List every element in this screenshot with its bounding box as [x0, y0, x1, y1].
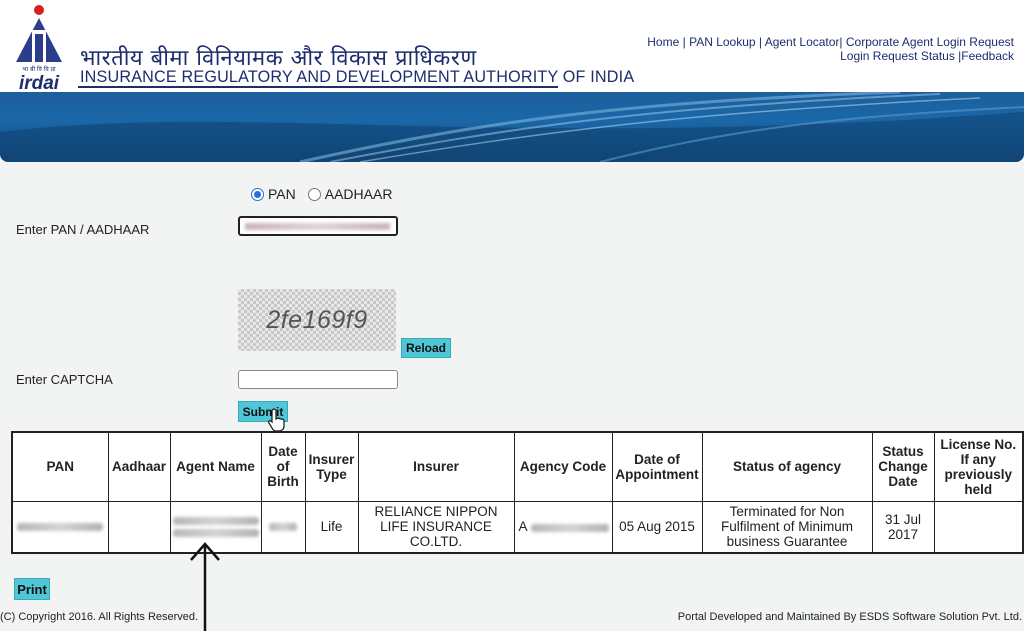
copyright-text: (C) Copyright 2016. All Rights Reserved. — [0, 611, 199, 623]
title-english: INSURANCE REGULATORY AND DEVELOPMENT AUT… — [80, 67, 635, 86]
cell-aadhaar — [107, 500, 171, 554]
col-insurer: Insurer — [357, 431, 515, 502]
col-status-change-date: Status Change Date — [871, 431, 935, 502]
nav-pan-lookup-link[interactable]: PAN Lookup — [689, 35, 756, 49]
col-date-of-birth: Date of Birth — [260, 431, 306, 502]
redacted-value — [245, 223, 390, 230]
radio-pan-label: PAN — [268, 186, 296, 202]
nav-feedback-link[interactable]: Feedback — [961, 49, 1014, 63]
col-insurer-type: Insurer Type — [304, 431, 359, 502]
col-status-of-agency: Status of agency — [701, 431, 873, 502]
top-nav: Home | PAN Lookup | Agent Locator| Corpo… — [647, 35, 1014, 63]
cell-pan — [11, 500, 109, 554]
cell-insurer: RELIANCE NIPPON LIFE INSURANCE CO.LTD. — [357, 500, 515, 554]
radio-aadhaar[interactable] — [307, 187, 321, 201]
redacted-name-line2 — [172, 528, 259, 537]
col-agency-code: Agency Code — [513, 431, 613, 502]
col-pan: PAN — [11, 431, 109, 502]
header-banner — [0, 92, 1024, 162]
cell-date-of-birth — [260, 500, 306, 554]
cell-status-of-agency: Terminated for Non Fulfilment of Minimum… — [701, 500, 873, 554]
redacted-name-line1 — [172, 516, 259, 525]
nav-home-link[interactable]: Home — [647, 35, 679, 49]
pan-aadhaar-input[interactable] — [238, 216, 398, 236]
captcha-image: 2fe169f9 — [238, 289, 396, 351]
redacted-pan — [17, 523, 104, 532]
id-type-radio-group: PAN AADHAAR — [251, 186, 392, 202]
results-table: PAN Aadhaar Agent Name Date of Birth Ins… — [11, 431, 1024, 554]
col-license-no: License No. If any previously held — [933, 431, 1024, 502]
hand-cursor-icon — [268, 408, 285, 432]
col-aadhaar: Aadhaar — [107, 431, 171, 502]
irdai-logo: भा बी वि वि प्रा irdai — [16, 5, 62, 92]
agency-code-prefix: A — [518, 519, 527, 535]
nav-login-request-status-link[interactable]: Login Request Status — [840, 49, 955, 63]
cell-agency-code: A — [513, 500, 613, 554]
cell-status-change-date: 31 Jul 2017 — [871, 500, 935, 554]
col-date-of-appointment: Date of Appointment — [611, 431, 703, 502]
redacted-agency-code — [530, 523, 609, 532]
cell-date-of-appointment: 05 Aug 2015 — [611, 500, 703, 554]
redacted-dob — [269, 523, 297, 532]
radio-aadhaar-label: AADHAAR — [324, 186, 393, 202]
logo-hindi-text: भा बी वि वि प्रा — [22, 65, 56, 73]
banner-waves — [0, 92, 1024, 162]
captcha-text: 2fe169f9 — [266, 305, 368, 334]
site-header: भा बी वि वि प्रा irdai भारतीय बीमा विनिय… — [0, 0, 1024, 162]
table-row: Life RELIANCE NIPPON LIFE INSURANCE CO.L… — [11, 500, 1024, 554]
print-button[interactable]: Print — [14, 578, 50, 600]
col-agent-name: Agent Name — [169, 431, 262, 502]
developer-credit: Portal Developed and Maintained By ESDS … — [677, 611, 1022, 623]
radio-pan[interactable] — [251, 187, 264, 201]
reload-captcha-button[interactable]: Reload — [401, 338, 451, 358]
nav-corporate-agent-login-link[interactable]: Corporate Agent Login Request — [846, 35, 1014, 49]
table-header-row: PAN Aadhaar Agent Name Date of Birth Ins… — [11, 431, 1024, 502]
cell-license-no — [933, 500, 1024, 554]
logo-text: irdai — [19, 73, 60, 92]
pan-aadhaar-label: Enter PAN / AADHAAR — [16, 222, 150, 237]
cell-insurer-type: Life — [304, 500, 359, 554]
title-underline — [78, 86, 558, 88]
captcha-input[interactable] — [238, 370, 398, 389]
captcha-label: Enter CAPTCHA — [16, 372, 113, 387]
pan-lookup-page: भा बी वि वि प्रा irdai भारतीय बीमा विनिय… — [0, 0, 1024, 631]
nav-agent-locator-link[interactable]: Agent Locator — [765, 35, 840, 49]
